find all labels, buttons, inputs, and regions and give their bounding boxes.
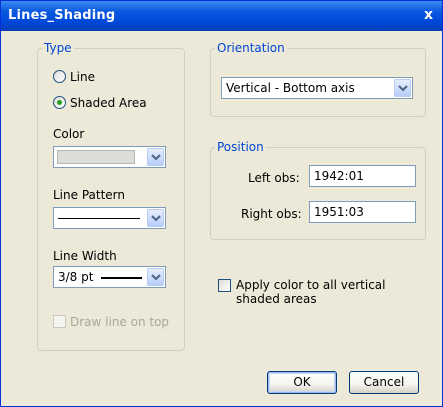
apply-color-checkbox[interactable]	[218, 279, 231, 292]
draw-line-on-top-checkbox[interactable]	[53, 315, 66, 328]
dialog-window: Lines_Shading x Type Line Shaded Area Co…	[0, 0, 443, 407]
chevron-down-icon[interactable]	[147, 209, 164, 227]
line-pattern-dropdown[interactable]	[53, 207, 166, 229]
line-pattern-sample	[58, 218, 140, 219]
radio-line[interactable]	[53, 70, 66, 83]
radio-line-label[interactable]: Line	[70, 70, 95, 84]
color-dropdown[interactable]	[53, 146, 166, 168]
right-obs-label: Right obs:	[241, 207, 302, 221]
chevron-down-icon[interactable]	[147, 268, 164, 286]
radio-shaded-area-label[interactable]: Shaded Area	[70, 96, 147, 110]
left-obs-input[interactable]: 1942:01	[309, 165, 416, 187]
title-bar[interactable]: Lines_Shading x	[1, 1, 442, 31]
left-obs-value: 1942:01	[314, 169, 364, 183]
line-pattern-label: Line Pattern	[53, 188, 125, 202]
ok-button[interactable]: OK	[267, 371, 337, 394]
right-obs-input[interactable]: 1951:03	[309, 201, 416, 223]
line-width-label: Line Width	[53, 249, 117, 263]
draw-line-on-top-label: Draw line on top	[70, 315, 170, 329]
color-label: Color	[53, 127, 85, 141]
orientation-group-label: Orientation	[215, 41, 287, 55]
chevron-down-icon[interactable]	[394, 79, 411, 97]
type-group-label: Type	[42, 41, 74, 55]
right-obs-value: 1951:03	[314, 205, 364, 219]
color-swatch	[57, 150, 135, 164]
apply-color-label-line2[interactable]: shaded areas	[236, 292, 317, 306]
line-width-dropdown[interactable]: 3/8 pt	[53, 266, 166, 288]
orientation-dropdown[interactable]: Vertical - Bottom axis	[221, 77, 413, 99]
close-icon[interactable]: x	[424, 7, 433, 23]
line-width-sample	[101, 277, 142, 279]
orientation-value: Vertical - Bottom axis	[226, 81, 355, 95]
radio-dot	[57, 100, 62, 105]
radio-shaded-area[interactable]	[53, 96, 66, 109]
position-group: Position	[210, 140, 426, 240]
line-width-value: 3/8 pt	[58, 270, 94, 284]
position-group-label: Position	[215, 140, 266, 154]
left-obs-label: Left obs:	[248, 171, 300, 185]
apply-color-label-line1[interactable]: Apply color to all vertical	[236, 278, 386, 292]
chevron-down-icon[interactable]	[147, 148, 164, 166]
cancel-button[interactable]: Cancel	[349, 371, 419, 394]
window-title: Lines_Shading	[8, 8, 116, 23]
